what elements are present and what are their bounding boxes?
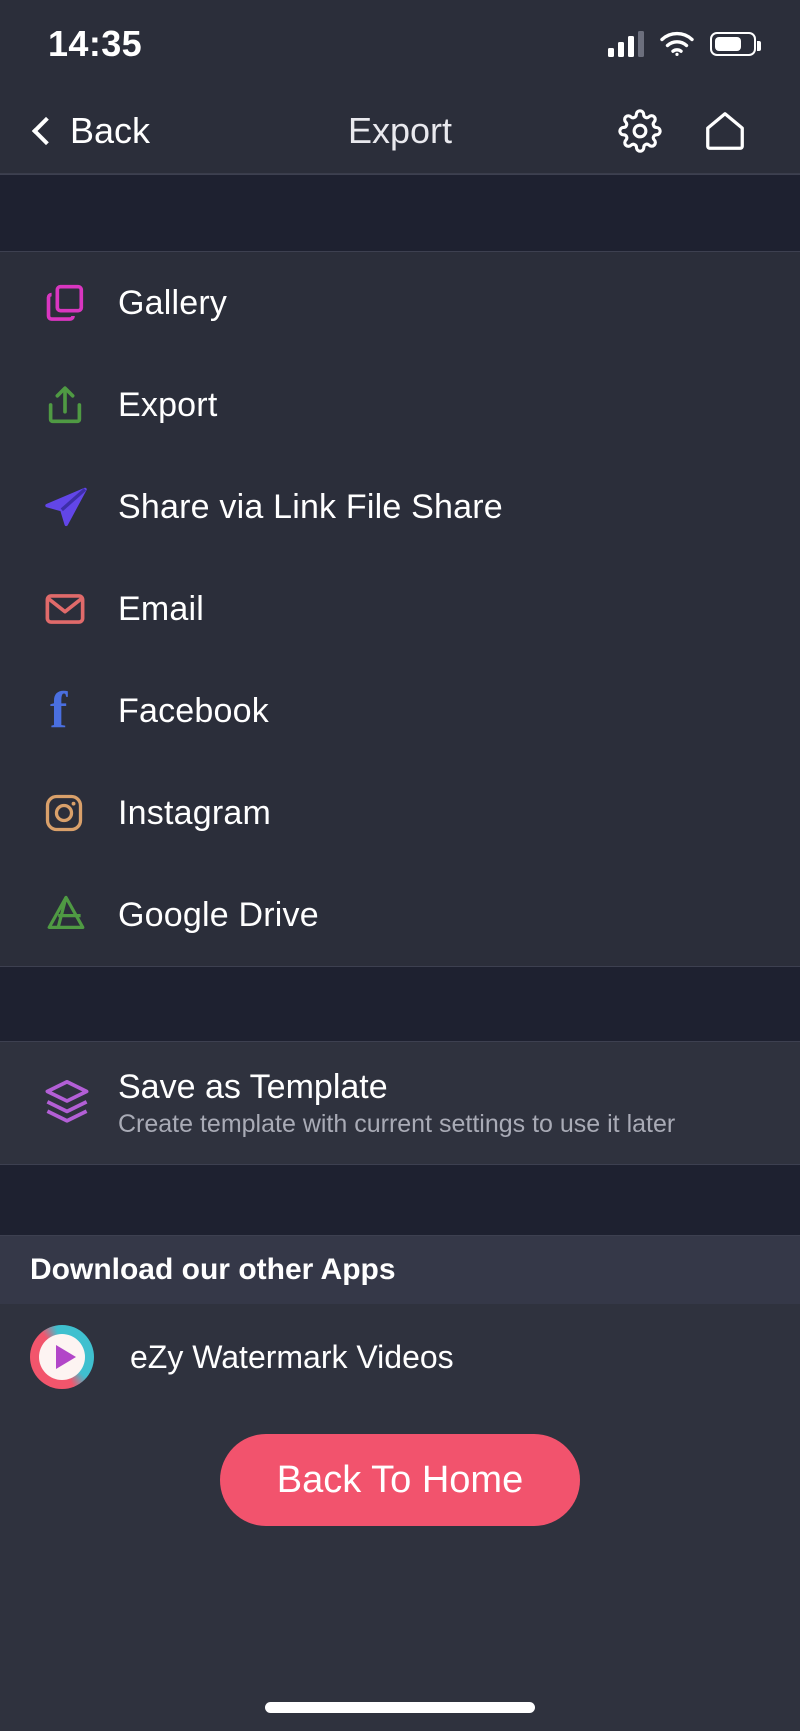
back-to-home-button[interactable]: Back To Home: [220, 1434, 580, 1526]
option-instagram[interactable]: Instagram: [0, 762, 800, 864]
section-spacer-middle: [0, 966, 800, 1042]
option-gallery[interactable]: Gallery: [0, 252, 800, 354]
google-drive-icon: [42, 891, 118, 939]
envelope-icon: [42, 586, 118, 632]
app-item-ezy-watermark-videos[interactable]: eZy Watermark Videos: [0, 1304, 800, 1410]
template-subtitle: Create template with current settings to…: [118, 1109, 676, 1138]
battery-icon: [710, 32, 761, 56]
cta-container: Back To Home: [0, 1410, 800, 1526]
instagram-icon: [42, 791, 118, 835]
option-google-drive[interactable]: Google Drive: [0, 864, 800, 966]
option-share-via-link[interactable]: Share via Link File Share: [0, 456, 800, 558]
home-icon[interactable]: [702, 108, 748, 154]
option-label: Gallery: [118, 283, 228, 322]
status-indicators: [608, 31, 761, 57]
gear-icon[interactable]: [618, 108, 662, 153]
option-email[interactable]: Email: [0, 558, 800, 660]
chevron-left-icon: [31, 116, 61, 145]
option-label: Email: [118, 589, 205, 628]
option-label: Share via Link File Share: [118, 487, 503, 526]
option-label: Export: [118, 385, 218, 424]
signal-bars-icon: [608, 31, 644, 57]
paper-plane-icon: [42, 483, 118, 531]
section-spacer-bottom: [0, 1164, 800, 1236]
download-apps-list: eZy Watermark Videos Back To Home: [0, 1304, 800, 1731]
nav-actions: [618, 108, 800, 154]
facebook-icon: f: [50, 682, 68, 739]
option-label: Google Drive: [118, 895, 319, 934]
navigation-bar: Back Export: [0, 88, 800, 174]
download-apps-header-label: Download our other Apps: [30, 1253, 396, 1286]
save-as-template-row[interactable]: Save as Template Create template with cu…: [0, 1042, 800, 1164]
layers-stack-icon: [42, 1076, 118, 1131]
option-facebook[interactable]: f Facebook: [0, 660, 800, 762]
status-bar: 14:35: [0, 0, 800, 88]
app-item-label: eZy Watermark Videos: [130, 1338, 454, 1375]
download-apps-header: Download our other Apps: [0, 1236, 800, 1304]
gallery-copy-icon: [42, 280, 118, 326]
option-export[interactable]: Export: [0, 354, 800, 456]
option-label: Facebook: [118, 691, 269, 730]
template-text: Save as Template Create template with cu…: [118, 1068, 675, 1139]
template-title: Save as Template: [118, 1067, 388, 1106]
export-upload-icon: [42, 382, 118, 428]
back-button[interactable]: Back: [0, 110, 150, 152]
export-options-list: Gallery Export Share via Link File Share: [0, 252, 800, 966]
phone-screen: 14:35 Back Export Gallery Export Share v…: [0, 0, 800, 1731]
ezy-watermark-videos-icon: [30, 1325, 94, 1389]
status-clock: 14:35: [48, 23, 143, 64]
wifi-icon: [660, 31, 694, 56]
option-label: Instagram: [118, 793, 271, 832]
home-indicator: [0, 1702, 800, 1731]
back-button-label: Back: [70, 109, 151, 151]
section-spacer-top: [0, 174, 800, 252]
